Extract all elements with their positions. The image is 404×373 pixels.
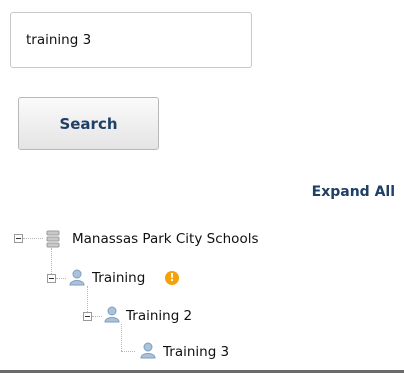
collapse-toggle[interactable] xyxy=(47,274,56,283)
tree-connector xyxy=(56,278,66,279)
search-input[interactable] xyxy=(10,12,252,68)
expand-all-link[interactable]: Expand All xyxy=(312,184,395,200)
tree-connector xyxy=(121,324,122,351)
org-tree: Manassas Park City Schools Training ! Tr… xyxy=(0,224,404,373)
collapse-toggle[interactable] xyxy=(83,312,92,321)
user-icon xyxy=(140,342,156,363)
tree-connector xyxy=(23,238,43,239)
tree-connector xyxy=(92,316,102,317)
tree-node-label: Training 3 xyxy=(163,344,230,360)
user-icon xyxy=(69,269,85,290)
user-icon xyxy=(104,306,120,327)
search-button[interactable]: Search xyxy=(18,97,159,150)
server-icon xyxy=(46,230,60,252)
tree-node-label: Manassas Park City Schools xyxy=(72,231,259,247)
tree-node-label: Training xyxy=(92,270,146,286)
collapse-toggle[interactable] xyxy=(14,234,23,243)
tree-node-label: Training 2 xyxy=(126,308,193,324)
warning-icon: ! xyxy=(165,271,179,285)
tree-connector xyxy=(121,351,135,352)
